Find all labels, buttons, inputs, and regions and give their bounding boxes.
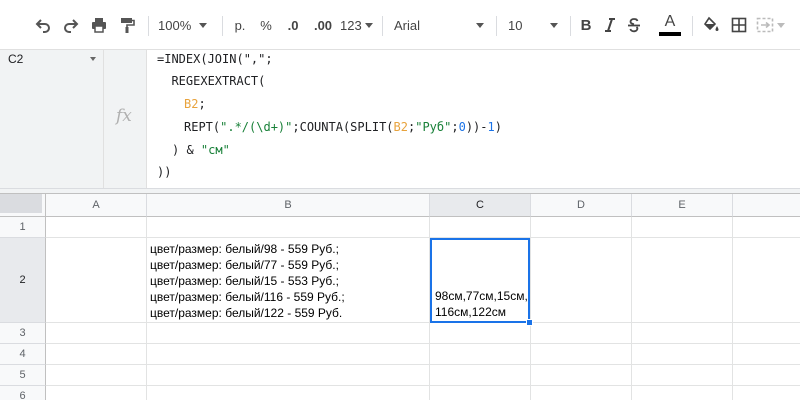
strikethrough-icon[interactable] xyxy=(624,12,644,38)
formula-token: ; xyxy=(198,97,206,111)
column-header-next[interactable] xyxy=(733,194,800,217)
formula-line-4: REPT(".*/(\d+)";COUNTA(SPLIT(B2;"Руб";0)… xyxy=(184,117,502,137)
paint-format-icon[interactable] xyxy=(116,12,138,38)
cell-b2-line: цвет/размер: белый/15 - 553 Руб.; xyxy=(150,274,339,288)
font-size-select[interactable]: 10 xyxy=(508,12,564,38)
undo-icon[interactable] xyxy=(32,12,54,38)
percent-format-button[interactable]: % xyxy=(256,12,276,38)
chevron-down-icon xyxy=(364,22,373,28)
cell-b2-line: цвет/размер: белый/122 - 559 Руб. xyxy=(150,306,343,320)
column-header-a[interactable]: A xyxy=(46,194,147,217)
formula-line-1: =INDEX(JOIN(","; xyxy=(157,52,273,66)
font-family-value: Arial xyxy=(394,17,421,33)
gridline xyxy=(46,364,800,365)
chevron-down-icon xyxy=(90,57,96,61)
decrease-decimals-label: .0 xyxy=(287,17,299,33)
formula-line-5: ) & "см" xyxy=(172,140,230,160)
gridline xyxy=(146,217,147,400)
chevron-down-icon xyxy=(550,22,558,28)
more-formats-label: 123 xyxy=(340,17,362,33)
print-icon[interactable] xyxy=(88,12,110,38)
formula-token: ) & xyxy=(172,143,201,157)
font-family-select[interactable]: Arial xyxy=(394,12,490,38)
merge-cells-icon[interactable] xyxy=(756,12,786,38)
redo-icon[interactable] xyxy=(60,12,82,38)
formula-line-2: REGEXEXTRACT( xyxy=(157,74,266,88)
name-box-area: C2 xyxy=(0,50,104,188)
currency-label: р. xyxy=(234,17,246,33)
formula-line-6: )) xyxy=(157,165,172,179)
row-header-3[interactable]: 3 xyxy=(0,323,46,344)
formula-token: ;COUNTA(SPLIT( xyxy=(292,120,394,134)
row-header-5[interactable]: 5 xyxy=(0,365,46,386)
formula-token: 0 xyxy=(458,120,466,134)
increase-decimals-label: .00 xyxy=(313,17,333,33)
formula-token: B2 xyxy=(184,97,199,111)
gridline xyxy=(46,322,800,323)
fx-area: fx xyxy=(104,50,146,188)
chevron-down-icon xyxy=(777,22,785,28)
chevron-down-icon xyxy=(476,22,484,28)
formula-token: ".*/(\d+)" xyxy=(220,120,293,134)
name-box-value: C2 xyxy=(8,52,24,66)
decrease-decimals-button[interactable]: .0 xyxy=(282,12,304,38)
font-size-value: 10 xyxy=(508,17,523,33)
italic-icon[interactable] xyxy=(600,12,620,38)
cell-c2-selected[interactable]: 98см,77см,15см,116см,122см xyxy=(430,238,530,323)
currency-format-button[interactable]: р. xyxy=(230,12,250,38)
formula-line-3: B2; xyxy=(184,94,206,114)
text-color-swatch xyxy=(659,32,681,36)
gridline xyxy=(46,343,800,344)
bold-button[interactable]: B xyxy=(576,12,596,38)
percent-label: % xyxy=(260,17,272,33)
row-header-1[interactable]: 1 xyxy=(0,217,46,238)
sheet-grid: A B C D E 1 2 3 4 5 6 цвет/размер: белый… xyxy=(0,194,800,400)
select-all-corner[interactable] xyxy=(0,194,46,217)
row-header-4[interactable]: 4 xyxy=(0,344,46,365)
row-header-6[interactable]: 6 xyxy=(0,386,46,400)
corner-box xyxy=(0,194,42,213)
gridline xyxy=(631,217,632,400)
borders-icon[interactable] xyxy=(728,12,750,38)
formula-token: "Руб" xyxy=(415,120,452,134)
formula-token: 1 xyxy=(487,120,495,134)
row-header-2[interactable]: 2 xyxy=(0,238,46,323)
zoom-value: 100% xyxy=(158,17,192,33)
increase-decimals-button[interactable]: .00 xyxy=(310,12,336,38)
zoom-select[interactable]: 100% xyxy=(158,12,214,38)
formula-bar[interactable]: =INDEX(JOIN(","; REGEXEXTRACT( B2; REPT(… xyxy=(146,50,800,188)
text-color-button[interactable]: A xyxy=(658,12,682,38)
name-box[interactable]: C2 xyxy=(0,50,104,68)
fill-color-icon[interactable] xyxy=(700,12,722,38)
gridline xyxy=(732,217,733,400)
cell-b2-line: цвет/размер: белый/116 - 559 Руб.; xyxy=(150,290,345,304)
cell-b2-line: цвет/размер: белый/98 - 559 Руб.; xyxy=(150,242,339,256)
column-header-e[interactable]: E xyxy=(632,194,733,217)
gridline xyxy=(46,237,800,238)
formula-token: ; xyxy=(451,120,459,134)
formula-token: "см" xyxy=(200,143,230,157)
text-color-label: A xyxy=(664,13,676,30)
cell-b2-line: цвет/размер: белый/77 - 559 Руб.; xyxy=(150,258,339,272)
column-header-b[interactable]: B xyxy=(147,194,430,217)
more-formats-button[interactable]: 123 xyxy=(340,12,374,38)
bold-label: B xyxy=(580,16,592,34)
gridline xyxy=(46,385,800,386)
fx-icon: fx xyxy=(116,106,132,126)
fill-handle[interactable] xyxy=(526,319,533,326)
formula-token: ) xyxy=(494,120,502,134)
toolbar: 100% р. % .0 .00 123 Arial 10 B A xyxy=(0,0,800,50)
cell-b2[interactable]: цвет/размер: белый/98 - 559 Руб.; цвет/р… xyxy=(150,241,428,321)
column-header-c[interactable]: C xyxy=(430,194,531,217)
formula-token: B2 xyxy=(393,120,408,134)
formula-token: REPT( xyxy=(184,120,221,134)
formula-token: ))- xyxy=(465,120,488,134)
cell-c2-value: 98см,77см,15см,116см,122см xyxy=(435,289,528,319)
column-header-d[interactable]: D xyxy=(531,194,632,217)
chevron-down-icon xyxy=(199,22,208,28)
